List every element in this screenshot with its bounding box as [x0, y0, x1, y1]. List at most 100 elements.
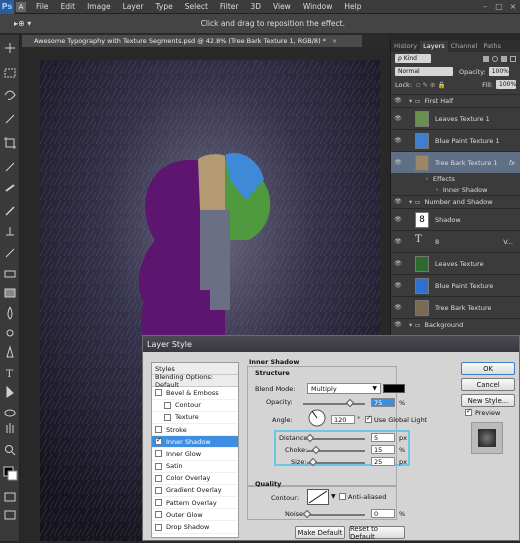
cancel-button[interactable]: Cancel [461, 378, 515, 391]
style-checkbox[interactable] [155, 450, 162, 458]
visibility-eye-icon[interactable]: 👁 [391, 304, 405, 311]
fill-value[interactable]: 100% [496, 80, 516, 89]
make-default-button[interactable]: Make Default [295, 526, 345, 539]
menu-item-3d[interactable]: 3D [244, 2, 267, 11]
visibility-eye-icon[interactable]: 👁 [391, 260, 405, 267]
layer-row[interactable]: 👁 Blue Paint Texture [391, 274, 520, 296]
style-item-stroke[interactable]: Stroke [152, 424, 238, 437]
minimize-icon[interactable]: – [478, 2, 492, 11]
filter-pixel-icon[interactable] [483, 55, 489, 62]
menu-item-window[interactable]: Window [297, 2, 339, 11]
maximize-icon[interactable]: □ [492, 2, 506, 11]
tab-paths[interactable]: Paths [480, 41, 504, 52]
layer-group[interactable]: 👁 ▾ ▭ First Half [391, 94, 520, 106]
opacity-slider-track[interactable] [303, 403, 365, 405]
new-style-button[interactable]: New Style... [461, 394, 515, 407]
layer-blend-mode-select[interactable]: Normal [395, 67, 453, 76]
ok-button[interactable]: OK [461, 362, 515, 375]
close-tab-icon[interactable]: × [332, 37, 337, 45]
visibility-eye-icon[interactable]: 👁 [391, 321, 405, 328]
layer-effect-item[interactable]: ◦ Inner Shadow [391, 184, 520, 195]
visibility-eye-icon[interactable]: 👁 [391, 282, 405, 289]
opacity-value[interactable]: 100% [488, 67, 509, 76]
style-checkbox[interactable] [155, 523, 162, 531]
shadow-color-swatch[interactable] [383, 384, 405, 393]
style-item-contour[interactable]: Contour [152, 400, 238, 412]
preview-checkbox[interactable] [465, 407, 472, 416]
style-checkbox[interactable] [155, 499, 162, 507]
distance-slider-track[interactable] [307, 438, 365, 440]
folder-icon[interactable]: ▾ ▭ [409, 198, 420, 206]
style-item-gradient-overlay[interactable]: Gradient Overlay [152, 485, 238, 498]
menu-item-layer[interactable]: Layer [117, 2, 150, 11]
style-item-satin[interactable]: Satin [152, 461, 238, 473]
layer-row[interactable]: 👁 Tree Bark Texture 1 fx [391, 151, 520, 173]
layer-group[interactable]: 👁 ▾ ▭ Background [391, 318, 520, 330]
menu-item-image[interactable]: Image [81, 2, 117, 11]
style-item-texture[interactable]: Texture [152, 412, 238, 424]
angle-input[interactable]: 120 [331, 415, 355, 424]
layer-row[interactable]: 👁 8 Shadow [391, 208, 520, 230]
layer-row[interactable]: 👁 Leaves Texture 1 [391, 107, 520, 129]
use-global-light-checkbox[interactable] [365, 414, 372, 423]
filter-type-icon[interactable] [501, 55, 507, 62]
anti-aliased-checkbox[interactable] [339, 493, 346, 500]
layer-row[interactable]: 👁 Leaves Texture [391, 252, 520, 274]
style-item-inner-shadow[interactable]: Inner Shadow [152, 436, 238, 449]
visibility-eye-icon[interactable]: 👁 [391, 97, 405, 104]
style-checkbox[interactable] [164, 401, 171, 409]
move-tool-preset[interactable]: ▸⊕ ▾ [14, 19, 31, 28]
fx-icon[interactable]: fx [509, 159, 515, 167]
blend-mode-select[interactable]: Multiply ▼ [307, 383, 381, 394]
document-tab[interactable]: Awesome Typography with Texture Segments… [22, 35, 362, 47]
style-checkbox[interactable] [155, 511, 162, 519]
menu-item-file[interactable]: File [30, 2, 55, 11]
menu-item-filter[interactable]: Filter [214, 2, 245, 11]
visibility-eye-icon[interactable]: 👁 [391, 137, 405, 144]
visibility-eye-icon[interactable]: 👁 [391, 198, 405, 205]
contour-picker[interactable] [307, 489, 329, 505]
distance-input[interactable]: 5 [371, 433, 395, 442]
layer-filter-select[interactable]: ρ Kind [395, 54, 431, 63]
noise-slider-track[interactable] [307, 514, 365, 516]
tab-history[interactable]: History [391, 41, 420, 52]
layer-row[interactable]: 👁 Blue Paint Texture 1 [391, 129, 520, 151]
folder-icon[interactable]: ▾ ▭ [409, 321, 420, 329]
style-checkbox[interactable] [155, 389, 162, 397]
style-checkbox[interactable] [155, 436, 162, 446]
menu-item-help[interactable]: Help [338, 2, 367, 11]
style-item-inner-glow[interactable]: Inner Glow [152, 448, 238, 461]
style-item-outer-glow[interactable]: Outer Glow [152, 509, 238, 522]
menu-item-edit[interactable]: Edit [55, 2, 82, 11]
visibility-eye-icon[interactable]: 👁 [391, 159, 405, 166]
blending-options-item[interactable]: Blending Options: Default [152, 373, 238, 389]
noise-input[interactable]: 0 [371, 509, 395, 518]
size-input[interactable]: 25 [371, 457, 395, 466]
close-icon[interactable]: × [506, 2, 520, 11]
lock-icons[interactable]: ▫ ✎ ⊕ 🔒 [416, 81, 446, 89]
contour-chevron-icon[interactable]: ▼ [331, 493, 336, 500]
layer-group[interactable]: 👁 ▾ ▭ Number and Shadow [391, 195, 520, 207]
reset-to-default-button[interactable]: Reset to Default [349, 525, 405, 541]
opacity-input[interactable]: 75 [371, 398, 395, 407]
style-item-pattern-overlay[interactable]: Pattern Overlay [152, 497, 238, 510]
tab-channel[interactable]: Channel [448, 41, 481, 52]
filter-shape-icon[interactable] [510, 55, 516, 62]
layer-row[interactable]: 👁 Tree Bark Texture [391, 296, 520, 318]
menu-item-view[interactable]: View [267, 2, 297, 11]
folder-icon[interactable]: ▾ ▭ [409, 97, 420, 105]
style-checkbox[interactable] [155, 474, 162, 482]
style-item-bevel-emboss[interactable]: Bevel & Emboss [152, 387, 238, 400]
style-checkbox[interactable] [155, 462, 162, 470]
style-checkbox[interactable] [164, 413, 171, 421]
visibility-eye-icon[interactable]: 👁 [391, 115, 405, 122]
choke-input[interactable]: 15 [371, 445, 395, 454]
style-checkbox[interactable] [155, 426, 162, 434]
tab-layers[interactable]: Layers [420, 41, 448, 52]
layer-effect-item[interactable]: ◦ Effects [391, 173, 520, 184]
angle-dial-icon[interactable] [307, 408, 327, 428]
menu-item-type[interactable]: Type [150, 2, 179, 11]
style-item-drop-shadow[interactable]: Drop Shadow [152, 521, 238, 534]
style-checkbox[interactable] [155, 486, 162, 494]
layer-row[interactable]: 👁 T 8 V... [391, 230, 520, 252]
